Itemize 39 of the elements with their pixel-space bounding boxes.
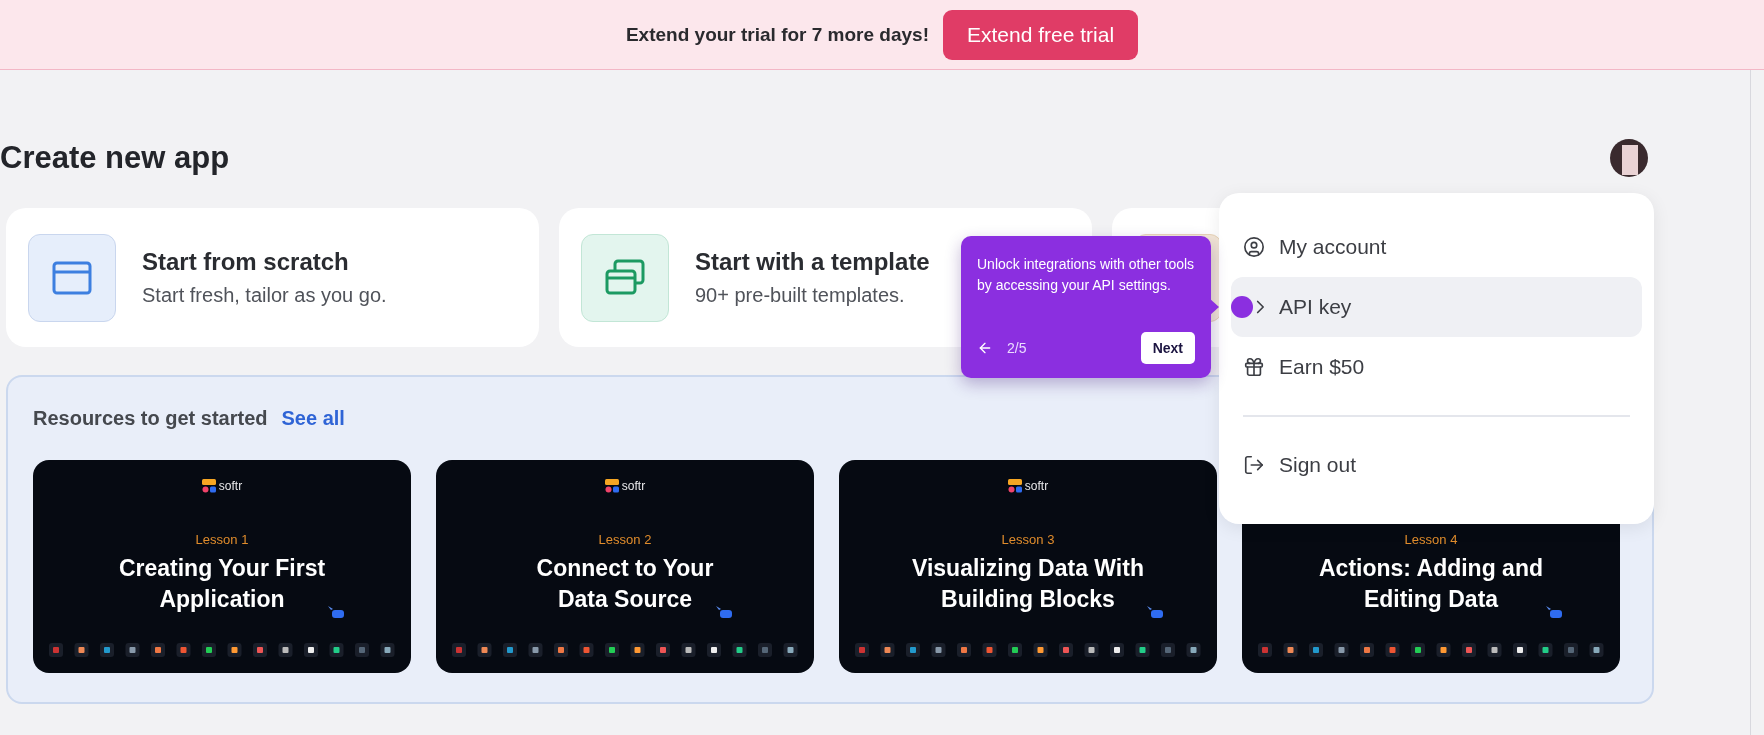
cursor-icon: [1146, 605, 1164, 619]
lesson-title: Visualizing Data With Building Blocks: [912, 554, 1144, 614]
avatar[interactable]: [1610, 139, 1648, 177]
cursor-icon: [1545, 605, 1563, 619]
brand-name: softr: [621, 479, 646, 493]
section-title: Resources to get started: [33, 407, 268, 430]
lesson-label: Lesson 3: [1001, 532, 1055, 547]
lesson-title: Creating Your First Application: [118, 554, 326, 614]
lesson-title: Actions: Adding and Editing Data: [1319, 554, 1543, 614]
brand-name: softr: [1024, 479, 1049, 493]
option-subtitle: Start fresh, tailor as you go.: [142, 284, 387, 307]
next-button[interactable]: Next: [1140, 332, 1195, 364]
cursor-icon: [327, 605, 346, 619]
window-icon: [52, 260, 92, 295]
option-title: Start from scratch: [142, 248, 350, 276]
brand-name: softr: [218, 479, 243, 493]
lesson-label: Lesson 4: [1404, 532, 1458, 547]
logo-icon: [604, 479, 619, 493]
sign-out-icon: [1243, 454, 1265, 476]
logo-icon: [201, 479, 216, 493]
create-option-card[interactable]: Start from scratch Start fresh, tailor as you go.: [6, 208, 539, 347]
lesson-title: Connect to Your Data Source: [536, 554, 714, 614]
user-icon: [1243, 236, 1265, 258]
lesson-card[interactable]: softr Lesson 1 Creating Your First Application: [33, 460, 411, 673]
extend-trial-button[interactable]: Extend free trial: [942, 9, 1139, 60]
option-subtitle: 90+ pre-built templates.: [695, 284, 906, 307]
banner-message: Extend your trial for 7 more days!: [625, 23, 929, 46]
lesson-label: Lesson 2: [598, 532, 652, 547]
option-title: Start with a template: [695, 248, 930, 276]
gift-icon: [1243, 356, 1265, 378]
menu-item[interactable]: API key: [1231, 277, 1642, 337]
page-title: Create new app: [0, 140, 230, 176]
logo-icon: [1007, 479, 1022, 493]
see-all-link[interactable]: See all: [281, 407, 345, 430]
lesson-card[interactable]: softr Lesson 2 Connect to Your Data Source: [436, 460, 814, 673]
cursor-icon: [715, 605, 734, 619]
layers-icon: [605, 258, 645, 297]
lesson-card[interactable]: softr Lesson 3 Visualizing Data With Building Blocks: [839, 460, 1217, 673]
lesson-label: Lesson 1: [195, 532, 249, 547]
